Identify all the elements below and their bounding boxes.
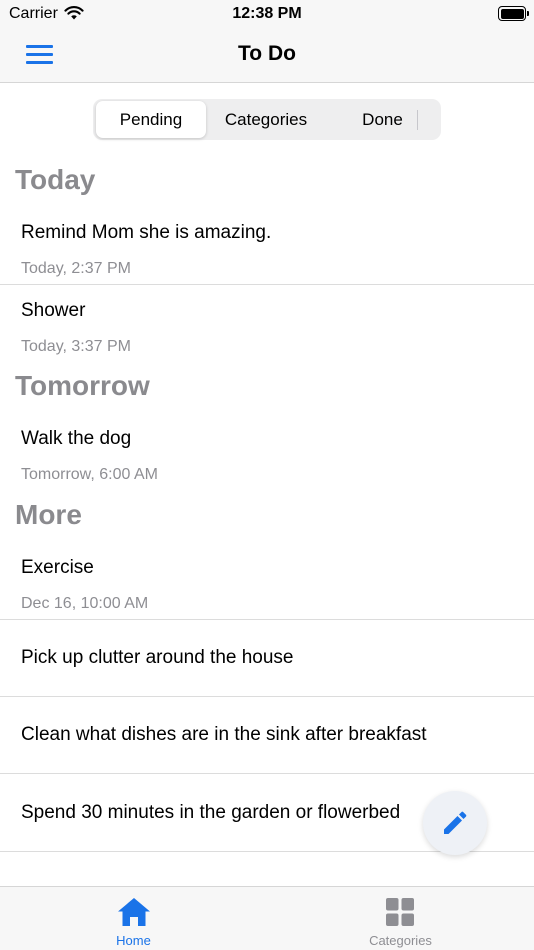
item-title: Spend 30 minutes in the garden or flower… [21, 802, 401, 823]
segment-control: Pending Categories Done [93, 99, 441, 140]
segment-done[interactable]: Done [326, 101, 439, 138]
clock: 12:38 PM [232, 5, 302, 22]
item-due: Today, 3:37 PM [21, 338, 131, 355]
status-bar: Carrier 12:38 PM [0, 0, 534, 28]
list-item[interactable]: Walk the dog Tomorrow, 6:00 AM [0, 413, 534, 491]
section-header-today: Today [15, 164, 96, 195]
section-header-more: More [15, 499, 82, 530]
item-due: Today, 2:37 PM [21, 260, 131, 277]
pencil-icon [444, 811, 467, 834]
item-due: Tomorrow, 6:00 AM [21, 466, 158, 483]
segment-pending[interactable]: Pending [96, 101, 206, 138]
list-item[interactable]: Exercise Dec 16, 10:00 AM [0, 542, 534, 619]
list-item[interactable]: Remind Mom she is amazing. Today, 2:37 P… [0, 207, 534, 284]
item-title: Clean what dishes are in the sink after … [21, 724, 427, 745]
item-title: Shower [21, 300, 86, 321]
section-header-tomorrow: Tomorrow [15, 370, 150, 401]
item-title: Exercise [21, 557, 94, 578]
tab-label: Categories [369, 933, 432, 948]
page-title: To Do [238, 42, 296, 65]
item-title: Remind Mom she is amazing. [21, 222, 272, 243]
segment-categories[interactable]: Categories [209, 101, 323, 138]
add-todo-button[interactable] [423, 791, 487, 855]
tab-home[interactable]: Home [0, 887, 267, 950]
home-icon [118, 898, 150, 926]
list-item[interactable]: Shower Today, 3:37 PM [0, 285, 534, 361]
item-due: Dec 16, 10:00 AM [21, 595, 149, 612]
tab-categories[interactable]: Categories [267, 887, 534, 950]
battery-icon [498, 6, 529, 21]
item-title: Pick up clutter around the house [21, 647, 294, 668]
list-item[interactable]: Pick up clutter around the house [0, 620, 534, 696]
grid-icon [386, 898, 414, 926]
tab-label: Home [116, 933, 151, 948]
item-title: Walk the dog [21, 428, 132, 449]
tab-bar: Home Categories [0, 886, 534, 950]
nav-bar: To Do [0, 28, 534, 83]
list-item[interactable]: Clean what dishes are in the sink after … [0, 697, 534, 773]
